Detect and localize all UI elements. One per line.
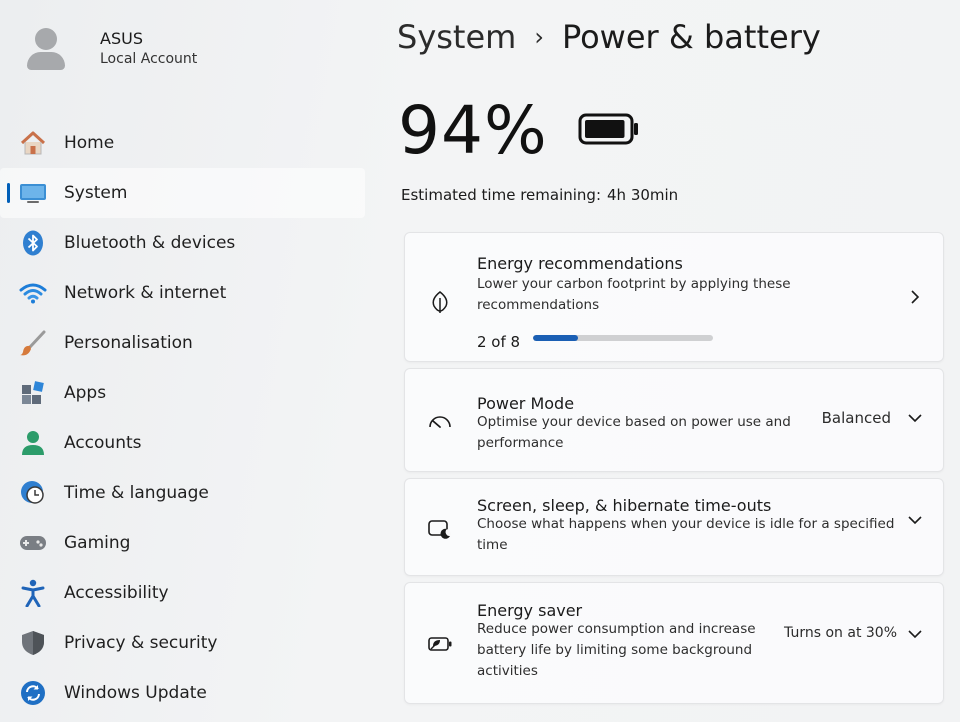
breadcrumb: System › Power & battery bbox=[397, 18, 821, 56]
energy-saver-title: Energy saver bbox=[477, 601, 583, 620]
shield-icon bbox=[18, 628, 48, 658]
apps-icon bbox=[18, 378, 48, 408]
battery-icon bbox=[578, 112, 640, 150]
power-mode-title: Power Mode bbox=[477, 394, 575, 413]
energy-saver-card[interactable]: Energy saver Reduce power consumption an… bbox=[404, 582, 944, 704]
sidebar-nav: Home System Bluetooth & devices Network … bbox=[0, 118, 370, 718]
leaf-icon bbox=[427, 289, 453, 315]
sidebar-item-apps[interactable]: Apps bbox=[0, 368, 370, 418]
bluetooth-icon bbox=[18, 228, 48, 258]
sidebar-item-label: Time & language bbox=[64, 483, 209, 503]
chevron-down-icon[interactable] bbox=[907, 512, 923, 528]
energy-saver-value[interactable]: Turns on at 30% bbox=[784, 625, 897, 641]
chevron-down-icon[interactable] bbox=[907, 626, 923, 642]
sidebar-item-label: Personalisation bbox=[64, 333, 193, 353]
battery-percentage: 94% bbox=[398, 92, 548, 169]
gamepad-icon bbox=[18, 528, 48, 558]
profile-name: ASUS bbox=[100, 29, 143, 48]
energy-recommendations-description: Lower your carbon footprint by applying … bbox=[477, 276, 791, 313]
estimated-time-label: Estimated time remaining: bbox=[401, 186, 601, 204]
home-icon bbox=[18, 128, 48, 158]
chevron-right-icon bbox=[907, 289, 923, 305]
energy-saver-description: Reduce power consumption and increase ba… bbox=[477, 621, 756, 679]
screen-sleep-title: Screen, sleep, & hibernate time-outs bbox=[477, 496, 772, 515]
energy-recommendations-card[interactable]: Energy recommendations Lower your carbon… bbox=[404, 232, 944, 362]
sidebar-item-label: Network & internet bbox=[64, 283, 227, 303]
sidebar-item-label: Accessibility bbox=[64, 583, 169, 603]
sidebar-item-time-language[interactable]: Time & language bbox=[0, 468, 370, 518]
sidebar-item-label: Home bbox=[64, 133, 115, 153]
sidebar-item-system[interactable]: System bbox=[0, 168, 365, 218]
sidebar-item-network[interactable]: Network & internet bbox=[0, 268, 370, 318]
sidebar-item-privacy-security[interactable]: Privacy & security bbox=[0, 618, 370, 668]
accessibility-icon bbox=[18, 578, 48, 608]
avatar bbox=[24, 26, 68, 70]
sidebar-item-label: Accounts bbox=[64, 433, 142, 453]
sidebar-item-accounts[interactable]: Accounts bbox=[0, 418, 370, 468]
recommendations-progress-bar bbox=[533, 335, 713, 341]
sidebar-item-label: Windows Update bbox=[64, 683, 207, 703]
breadcrumb-parent[interactable]: System bbox=[397, 18, 516, 56]
sidebar-item-windows-update[interactable]: Windows Update bbox=[0, 668, 370, 718]
power-mode-description: Optimise your device based on power use … bbox=[477, 414, 791, 451]
screen-sleep-description: Choose what happens when your device is … bbox=[477, 516, 895, 553]
sidebar-item-bluetooth[interactable]: Bluetooth & devices bbox=[0, 218, 370, 268]
sidebar-item-accessibility[interactable]: Accessibility bbox=[0, 568, 370, 618]
sidebar-item-label: Gaming bbox=[64, 533, 131, 553]
screen-sleep-icon bbox=[427, 517, 453, 543]
sidebar-item-personalisation[interactable]: Personalisation bbox=[0, 318, 370, 368]
sidebar-item-home[interactable]: Home bbox=[0, 118, 370, 168]
chevron-down-icon[interactable] bbox=[907, 410, 923, 426]
system-icon bbox=[18, 178, 48, 208]
sidebar-item-label: Privacy & security bbox=[64, 633, 218, 653]
estimated-time: Estimated time remaining: 4h 30min bbox=[401, 186, 678, 204]
gauge-icon bbox=[427, 409, 453, 435]
brush-icon bbox=[18, 328, 48, 358]
sidebar-item-label: Apps bbox=[64, 383, 107, 403]
recommendations-progress-label: 2 of 8 bbox=[477, 333, 521, 351]
estimated-time-value: 4h 30min bbox=[607, 186, 679, 204]
profile-account-type: Local Account bbox=[100, 51, 198, 67]
breadcrumb-separator: › bbox=[534, 23, 544, 51]
wifi-icon bbox=[18, 278, 48, 308]
sidebar: ASUS Local Account Home System Bluetooth… bbox=[0, 0, 370, 722]
power-mode-card[interactable]: Power Mode Optimise your device based on… bbox=[404, 368, 944, 472]
recommendations-progress-fill bbox=[533, 335, 578, 341]
account-icon bbox=[18, 428, 48, 458]
clock-globe-icon bbox=[18, 478, 48, 508]
screen-sleep-card[interactable]: Screen, sleep, & hibernate time-outs Cho… bbox=[404, 478, 944, 576]
update-icon bbox=[18, 678, 48, 708]
page-title: Power & battery bbox=[561, 18, 821, 56]
selection-indicator bbox=[7, 183, 10, 203]
energy-recommendations-title: Energy recommendations bbox=[477, 254, 683, 273]
profile[interactable]: ASUS Local Account bbox=[24, 26, 197, 70]
sidebar-item-label: Bluetooth & devices bbox=[64, 233, 236, 253]
sidebar-item-label: System bbox=[64, 183, 128, 203]
battery-saver-icon bbox=[427, 631, 453, 657]
sidebar-item-gaming[interactable]: Gaming bbox=[0, 518, 370, 568]
power-mode-value[interactable]: Balanced bbox=[822, 409, 891, 427]
battery-status: 94% bbox=[398, 92, 640, 169]
